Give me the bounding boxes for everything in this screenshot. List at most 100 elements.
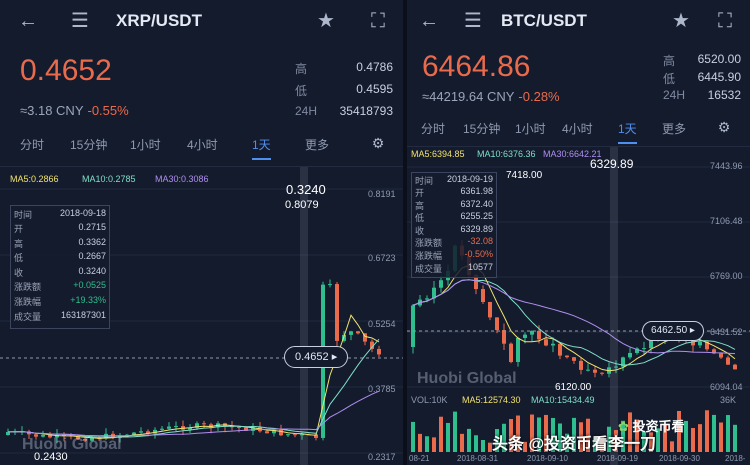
- volume-bar: [439, 416, 443, 452]
- back-arrow-icon[interactable]: ←: [16, 9, 40, 33]
- volume-bar: [467, 428, 471, 452]
- settings-icon[interactable]: ⚙: [366, 131, 390, 155]
- ma5-label: MA5:6394.85: [411, 149, 465, 159]
- candle-body: [139, 431, 143, 433]
- tab-1d[interactable]: 1天: [618, 120, 637, 144]
- tab-4h[interactable]: 4小时: [562, 120, 593, 137]
- ma10-label: MA10:6376.36: [477, 149, 536, 159]
- volume-bar: [446, 422, 450, 452]
- candle-body: [628, 352, 632, 358]
- volume-bar: [425, 436, 429, 452]
- candle-body: [356, 331, 360, 334]
- top-bar: ← ☰ BTC/USDT ★ ⛶: [407, 0, 750, 42]
- candle-body: [481, 289, 485, 302]
- candle-body: [509, 343, 513, 363]
- candle-body: [160, 428, 164, 430]
- tab-1h[interactable]: 1小时: [130, 136, 161, 153]
- candle-body: [411, 305, 415, 347]
- candle-body: [265, 431, 269, 434]
- candle-body: [335, 284, 339, 341]
- last-price: 0.4652: [20, 54, 112, 87]
- peak-high-label: 0.8079: [285, 199, 319, 211]
- tab-timeshare[interactable]: 分时: [20, 136, 44, 153]
- stat-low: 低 0.4595: [295, 82, 393, 98]
- x-date-label: 2018-09-30: [659, 454, 700, 463]
- candle-body: [174, 426, 178, 428]
- tab-1d[interactable]: 1天: [252, 136, 271, 160]
- tab-more[interactable]: 更多: [662, 120, 686, 137]
- candle-body: [516, 337, 520, 363]
- volume-bar: [481, 440, 485, 452]
- ma5-label: MA5:0.2866: [10, 174, 59, 184]
- settings-icon[interactable]: ⚙: [712, 115, 736, 139]
- tab-15min[interactable]: 15分钟: [70, 136, 107, 153]
- x-date-label: 2018-09-10: [527, 454, 568, 463]
- candle-body: [551, 343, 555, 346]
- candle-body: [377, 348, 381, 355]
- stat-high: 高 0.4786: [295, 60, 393, 76]
- stat-24h: 24H 16532: [663, 88, 741, 102]
- candle-body: [600, 372, 604, 374]
- crosshair-band: [610, 147, 618, 465]
- volume-bar: [411, 421, 415, 452]
- candle-body: [286, 434, 290, 436]
- change-percent: -0.55%: [87, 103, 129, 118]
- menu-list-icon[interactable]: ☰: [461, 9, 485, 33]
- y-axis-label: 0.6723: [368, 253, 396, 263]
- current-price-bubble[interactable]: 6462.50 ▸: [642, 321, 704, 341]
- volume-max-label: 36K: [720, 395, 737, 405]
- ma30-label: MA30:0.3086: [155, 174, 209, 184]
- y-axis-label: 0.3785: [368, 384, 396, 394]
- x-date-label: 2018-08-31: [457, 454, 498, 463]
- ma10-label: MA10:0.2785: [82, 174, 136, 184]
- highlight-close-label: 0.3240: [286, 182, 326, 197]
- tab-15min[interactable]: 15分钟: [463, 120, 500, 137]
- tab-more[interactable]: 更多: [305, 136, 329, 153]
- stat-high: 高 6520.00: [663, 52, 741, 68]
- tab-1h[interactable]: 1小时: [515, 120, 546, 137]
- crosshair-band: [300, 167, 308, 465]
- tab-4h[interactable]: 4小时: [187, 136, 218, 153]
- volume-bar: [453, 411, 457, 452]
- y-axis-label: 6431.52: [710, 327, 743, 337]
- pair-title: BTC/USDT: [501, 11, 587, 30]
- volume-bar: [698, 424, 702, 452]
- tab-timeshare[interactable]: 分时: [421, 120, 445, 137]
- candle-body: [537, 330, 541, 340]
- low-marker-label: 6120.00: [555, 382, 592, 393]
- menu-list-icon[interactable]: ☰: [68, 9, 92, 33]
- exchange-watermark: Huobi Global: [417, 370, 517, 387]
- toutiao-caption: 头条 @投资币看李一刀: [492, 436, 657, 453]
- pair-title: XRP/USDT: [116, 11, 202, 30]
- candle-body: [349, 331, 353, 335]
- stat-24h: 24H 35418793: [295, 104, 393, 118]
- candle-body: [733, 364, 737, 370]
- change-percent: -0.28%: [518, 89, 560, 104]
- stat-low: 低 6445.90: [663, 70, 741, 86]
- y-axis-label: 0.8191: [368, 189, 396, 199]
- fullscreen-icon[interactable]: ⛶: [713, 9, 737, 33]
- timeframe-tabs: 分时 15分钟 1小时 4小时 1天 更多 ⚙: [0, 135, 403, 160]
- volume-bar: [733, 424, 737, 452]
- xrp-panel: ← ☰ XRP/USDT ★ ⛶ 0.4652 ≈3.18 CNY -0.55% …: [0, 0, 403, 465]
- candle-body: [544, 339, 548, 346]
- volume-bar: [705, 410, 709, 452]
- candle-body: [328, 284, 332, 286]
- favorite-star-icon[interactable]: ★: [314, 9, 338, 33]
- favorite-star-icon[interactable]: ★: [669, 9, 693, 33]
- volume-bar: [691, 427, 695, 452]
- volume-ma5-label: MA5:12574.30: [462, 395, 521, 405]
- btc-panel: ← ☰ BTC/USDT ★ ⛶ 6464.86 ≈44219.64 CNY -0…: [407, 0, 750, 465]
- peak-high-label: 7418.00: [506, 170, 543, 181]
- volume-bar: [474, 435, 478, 452]
- volume-bar: [418, 433, 422, 452]
- cny-price: ≈3.18 CNY -0.55%: [20, 103, 129, 118]
- x-date-label: 2018-09-19: [597, 454, 638, 463]
- candle-body: [698, 341, 702, 346]
- fullscreen-icon[interactable]: ⛶: [366, 9, 390, 33]
- back-arrow-icon[interactable]: ←: [417, 9, 441, 33]
- candle-body: [293, 434, 297, 436]
- candle-body: [279, 429, 283, 436]
- current-price-bubble[interactable]: 0.4652 ▸: [284, 346, 349, 368]
- candle-body: [6, 431, 10, 435]
